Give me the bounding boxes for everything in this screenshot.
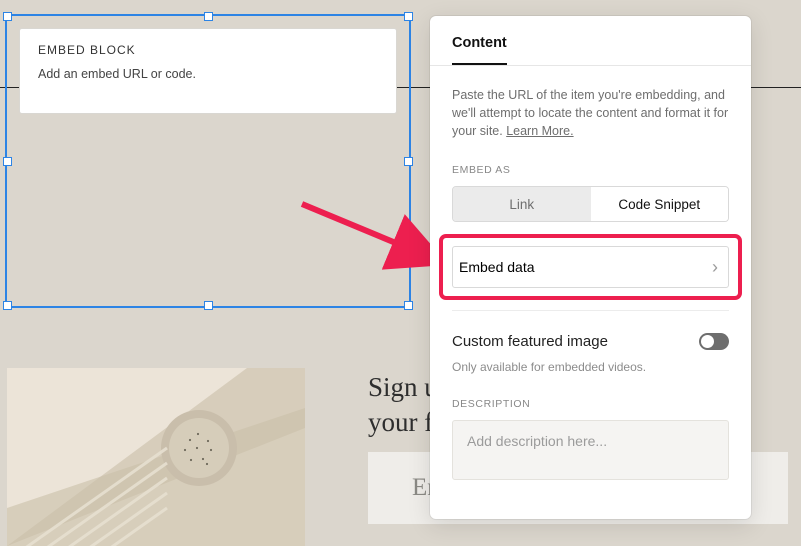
seg-code-snippet[interactable]: Code Snippet [591, 187, 729, 221]
resize-handle-tm[interactable] [204, 12, 213, 21]
seg-link[interactable]: Link [453, 187, 591, 221]
embed-as-label: EMBED AS [452, 164, 729, 176]
description-input[interactable]: Add description here... [452, 420, 729, 480]
embed-block[interactable]: EMBED BLOCK Add an embed URL or code. [7, 16, 409, 306]
resize-handle-bl[interactable] [3, 301, 12, 310]
panel-help-text: Paste the URL of the item you're embeddi… [452, 86, 729, 140]
resize-handle-tl[interactable] [3, 12, 12, 21]
custom-featured-image-caption: Only available for embedded videos. [452, 360, 729, 374]
resize-handle-mr[interactable] [404, 157, 413, 166]
resize-handle-tr[interactable] [404, 12, 413, 21]
embed-as-segmented: Link Code Snippet [452, 186, 729, 222]
embed-data-row[interactable]: Embed data › [452, 246, 729, 288]
divider [452, 310, 729, 311]
embed-block-title: EMBED BLOCK [38, 43, 378, 57]
learn-more-link[interactable]: Learn More. [506, 124, 573, 138]
embed-block-hint: Add an embed URL or code. [38, 67, 378, 81]
custom-featured-image-toggle[interactable] [699, 333, 729, 350]
resize-handle-ml[interactable] [3, 157, 12, 166]
chevron-right-icon: › [712, 258, 718, 276]
resize-handle-br[interactable] [404, 301, 413, 310]
panel-tabs: Content [430, 16, 751, 65]
tab-content[interactable]: Content [452, 35, 507, 65]
content-panel: Content Paste the URL of the item you're… [430, 16, 751, 519]
embed-block-card: EMBED BLOCK Add an embed URL or code. [19, 28, 397, 114]
product-image [7, 368, 305, 546]
description-label: DESCRIPTION [452, 398, 729, 410]
embed-data-label: Embed data [459, 259, 535, 275]
resize-handle-bm[interactable] [204, 301, 213, 310]
help-text-span: Paste the URL of the item you're embeddi… [452, 88, 728, 138]
description-placeholder: Add description here... [467, 433, 607, 449]
custom-featured-image-label: Custom featured image [452, 333, 608, 350]
